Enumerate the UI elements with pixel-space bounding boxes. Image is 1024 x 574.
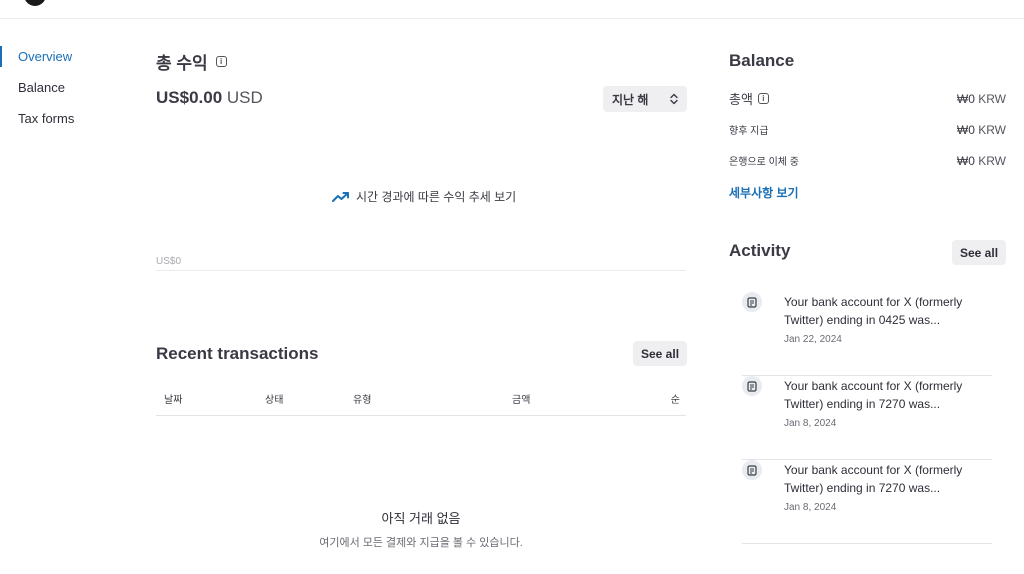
empty-state-subtitle: 여기에서 모든 결제와 지급을 볼 수 있습니다. [319, 537, 523, 549]
sidebar-item-overview[interactable]: Overview [0, 44, 130, 75]
activity-item-date: Jan 8, 2024 [784, 418, 837, 429]
column-header-type[interactable]: 유형 [353, 391, 371, 406]
activity-item-date: Jan 22, 2024 [784, 334, 842, 345]
activity-title: Activity [729, 241, 791, 260]
balance-upcoming-label: 향후 지급 [729, 126, 769, 137]
column-header-amount[interactable]: 금액 [512, 391, 530, 406]
balance-title: Balance [729, 51, 795, 70]
chevron-updown-icon [670, 93, 678, 105]
balance-transferring-amount: ₩0 [956, 153, 975, 168]
balance-transferring-currency: KRW [978, 153, 1006, 168]
right-panel: Balance 총액 i ₩0 KRW 향후 지급 ₩0 KRW 은행으로 이체… [729, 0, 1007, 574]
time-range-select[interactable]: 지난 해 [603, 86, 687, 112]
column-header-net[interactable]: 순 [671, 391, 680, 406]
balance-row-transferring: 은행으로 이체 중 ₩0 KRW [729, 153, 1006, 169]
balance-total-label: 총액 [729, 92, 753, 107]
chart-baseline [156, 270, 686, 271]
earnings-heading: 총 수익 i [156, 49, 227, 74]
view-earnings-trend-link[interactable]: 시간 경과에 따른 수익 추세 보기 [332, 188, 516, 205]
activity-item-text: Your bank account for X (formerly Twitte… [784, 463, 963, 495]
activity-see-all-button[interactable]: See all [952, 240, 1007, 265]
app-logo[interactable] [24, 0, 46, 6]
transactions-see-all-button[interactable]: See all [633, 341, 688, 366]
earnings-title: 총 수익 [156, 54, 208, 73]
document-icon [742, 376, 762, 396]
earnings-currency: USD [226, 88, 263, 107]
sidebar-item-tax-forms[interactable]: Tax forms [0, 106, 130, 137]
activity-item-text: Your bank account for X (formerly Twitte… [784, 379, 963, 411]
trending-up-icon [332, 191, 349, 202]
sidebar-nav: Overview Balance Tax forms [0, 44, 130, 137]
empty-state-title: 아직 거래 없음 [381, 511, 461, 526]
balance-total-amount: ₩0 [956, 91, 975, 106]
balance-transferring-label: 은행으로 이체 중 [729, 157, 799, 168]
chart-axis-label: US$0 [156, 256, 182, 267]
info-icon[interactable]: i [215, 56, 227, 67]
transactions-table-header: 날짜 상태 유형 금액 순 [156, 391, 686, 416]
activity-item[interactable]: Your bank account for X (formerly Twitte… [742, 460, 992, 544]
view-details-link[interactable]: 세부사항 보기 [729, 184, 799, 201]
activity-item-date: Jan 8, 2024 [784, 502, 837, 513]
column-header-status[interactable]: 상태 [265, 391, 283, 406]
balance-total-currency: KRW [978, 91, 1006, 106]
recent-transactions-title: Recent transactions [156, 344, 319, 363]
sidebar-item-balance[interactable]: Balance [0, 75, 130, 106]
balance-upcoming-currency: KRW [978, 122, 1006, 137]
activity-item[interactable]: Your bank account for X (formerly Twitte… [742, 292, 992, 376]
column-header-date[interactable]: 날짜 [164, 391, 182, 406]
balance-upcoming-amount: ₩0 [956, 122, 975, 137]
balance-row-upcoming: 향후 지급 ₩0 KRW [729, 122, 1006, 138]
earnings-amount-value: US$0.00 [156, 88, 223, 107]
activity-item[interactable]: Your bank account for X (formerly Twitte… [742, 376, 992, 460]
trend-link-label: 시간 경과에 따른 수익 추세 보기 [356, 190, 517, 204]
earnings-amount: US$0.00 USD [156, 88, 263, 108]
info-icon[interactable]: i [757, 93, 769, 104]
activity-item-text: Your bank account for X (formerly Twitte… [784, 295, 963, 327]
main-content: 총 수익 i US$0.00 USD 지난 해 시간 경과에 따른 수익 추세 … [156, 0, 688, 574]
document-icon [742, 292, 762, 312]
document-icon [742, 460, 762, 480]
balance-row-total: 총액 i ₩0 KRW [729, 89, 1006, 108]
time-range-label: 지난 해 [612, 92, 649, 107]
